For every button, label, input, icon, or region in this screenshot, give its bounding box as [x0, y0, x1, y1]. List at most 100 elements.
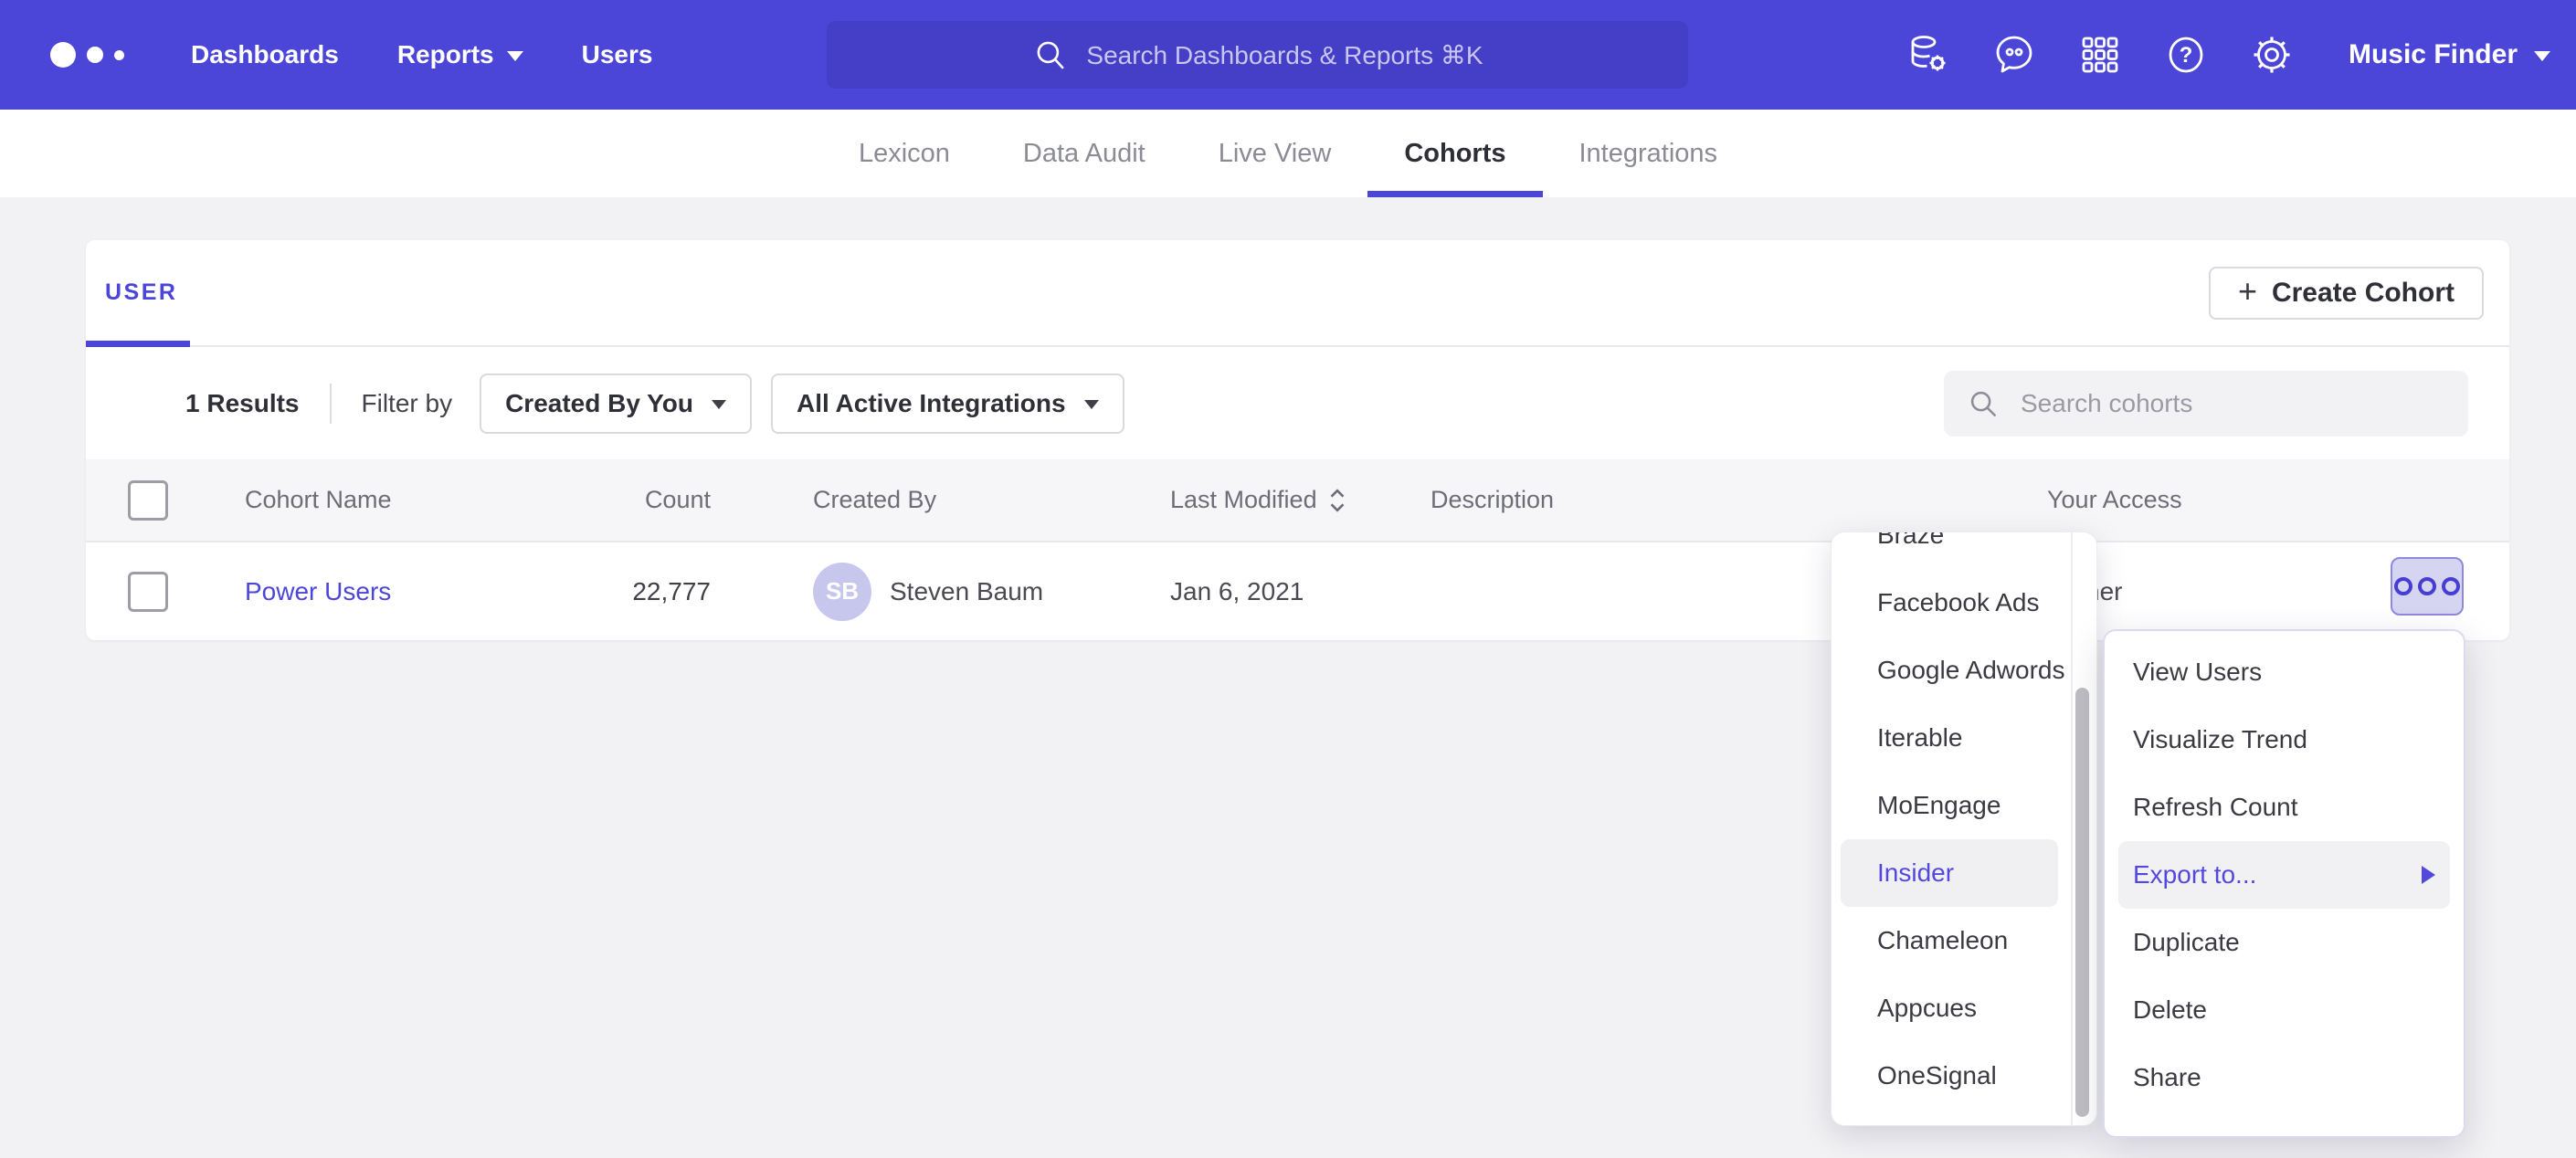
- column-your-access[interactable]: Your Access: [2047, 486, 2321, 514]
- submenu-item-facebook-ads[interactable]: Facebook Ads: [1832, 569, 2096, 637]
- create-cohort-button[interactable]: + Create Cohort: [2209, 267, 2484, 320]
- submenu-item-google-adwords[interactable]: Google Adwords: [1832, 637, 2096, 704]
- submenu-item-chameleon[interactable]: Chameleon: [1832, 907, 2096, 974]
- submenu-arrow-icon: [2422, 866, 2435, 884]
- scrollbar-thumb[interactable]: [2075, 688, 2089, 1117]
- logo-dot: [114, 50, 124, 60]
- submenu-item-braze[interactable]: Braze: [1832, 532, 2096, 569]
- cohort-name-link[interactable]: Power Users: [245, 577, 391, 605]
- global-search-bar[interactable]: Search Dashboards & Reports ⌘K: [827, 21, 1688, 89]
- cohorts-panel: USER + Create Cohort 1 Results Filter by…: [86, 240, 2509, 640]
- cohort-search-box: [1944, 371, 2468, 437]
- ellipsis-icon: [2442, 577, 2460, 595]
- column-created-by[interactable]: Created By: [813, 486, 1087, 514]
- export-destinations-submenu: Braze Facebook Ads Google Adwords Iterab…: [1832, 532, 2096, 1125]
- nav-users[interactable]: Users: [582, 40, 653, 69]
- ellipsis-icon: [2418, 577, 2436, 595]
- question-mark-glyph: ?: [2180, 43, 2193, 68]
- nav-dashboards[interactable]: Dashboards: [191, 40, 339, 69]
- data-settings-icon[interactable]: [1906, 33, 1950, 77]
- cohort-type-tabbar: USER + Create Cohort: [86, 240, 2509, 347]
- ellipsis-icon: [2394, 577, 2412, 595]
- chevron-down-icon: [712, 400, 726, 409]
- avatar: SB: [813, 563, 871, 621]
- menu-item-delete[interactable]: Delete: [2105, 976, 2464, 1044]
- created-by-name: Steven Baum: [890, 577, 1043, 606]
- tab-label: Integrations: [1579, 139, 1718, 169]
- mixpanel-logo[interactable]: [50, 42, 134, 68]
- integrations-filter-value: All Active Integrations: [797, 389, 1066, 418]
- select-all-checkbox[interactable]: [128, 480, 168, 521]
- top-navbar: Dashboards Reports Users Search Dashboar…: [0, 0, 2576, 110]
- table-header: Cohort Name Count Created By Last Modifi…: [86, 459, 2509, 542]
- column-count[interactable]: Count: [546, 486, 711, 514]
- cohort-search-input[interactable]: [2019, 388, 2424, 419]
- project-switcher[interactable]: Music Finder: [2349, 39, 2550, 70]
- plus-icon: +: [2238, 275, 2257, 308]
- cohort-actions-menu: View Users Visualize Trend Refresh Count…: [2103, 629, 2465, 1138]
- topbar-actions: ? Music Finder: [1906, 0, 2550, 110]
- column-last-modified-label: Last Modified: [1170, 486, 1317, 514]
- menu-item-export-to-label: Export to...: [2133, 860, 2256, 890]
- nav-reports-label: Reports: [397, 40, 494, 69]
- help-icon[interactable]: ?: [2164, 33, 2208, 77]
- results-count: 1 Results: [185, 389, 300, 418]
- apps-grid-icon[interactable]: [2078, 33, 2122, 77]
- submenu-item-appcues[interactable]: Appcues: [1832, 974, 2096, 1042]
- menu-item-export-to[interactable]: Export to...: [2118, 841, 2450, 909]
- create-cohort-label: Create Cohort: [2272, 278, 2455, 309]
- tab-live-view[interactable]: Live View: [1182, 110, 1368, 197]
- nav-reports[interactable]: Reports: [397, 40, 523, 69]
- tab-lexicon[interactable]: Lexicon: [822, 110, 987, 197]
- column-description[interactable]: Description: [1431, 486, 1979, 514]
- scrollbar-track: [2071, 532, 2073, 1125]
- logo-dot: [50, 42, 76, 68]
- chevron-down-icon: [507, 51, 523, 61]
- submenu-item-moengage[interactable]: MoEngage: [1832, 772, 2096, 839]
- menu-item-duplicate[interactable]: Duplicate: [2105, 909, 2464, 976]
- logo-dot: [87, 47, 103, 63]
- feedback-icon[interactable]: [1992, 33, 2036, 77]
- project-name: Music Finder: [2349, 39, 2518, 70]
- created-by-filter-value: Created By You: [505, 389, 693, 418]
- tab-integrations[interactable]: Integrations: [1543, 110, 1755, 197]
- menu-item-visualize-trend[interactable]: Visualize Trend: [2105, 706, 2464, 774]
- search-icon: [1031, 36, 1070, 74]
- filter-toolbar: 1 Results Filter by Created By You All A…: [86, 347, 2509, 459]
- row-actions-button[interactable]: [2391, 557, 2464, 616]
- menu-item-view-users[interactable]: View Users: [2105, 638, 2464, 706]
- export-destinations-list: Braze Facebook Ads Google Adwords Iterab…: [1832, 532, 2096, 1110]
- created-by-filter-dropdown[interactable]: Created By You: [480, 374, 752, 434]
- column-last-modified[interactable]: Last Modified: [1170, 486, 1408, 514]
- row-checkbox[interactable]: [128, 572, 168, 612]
- tab-label: Data Audit: [1023, 139, 1145, 169]
- chevron-down-icon: [1084, 400, 1099, 409]
- nav-dashboards-label: Dashboards: [191, 40, 339, 69]
- app-root: Dashboards Reports Users Search Dashboar…: [0, 0, 2576, 1158]
- chevron-down-icon: [2534, 51, 2550, 61]
- tab-label: Live View: [1219, 139, 1332, 169]
- tab-cohorts[interactable]: Cohorts: [1367, 110, 1542, 197]
- sort-icon: [1326, 488, 1348, 513]
- integrations-filter-dropdown[interactable]: All Active Integrations: [771, 374, 1124, 434]
- last-modified-date: Jan 6, 2021: [1170, 577, 1408, 606]
- settings-icon[interactable]: [2250, 33, 2294, 77]
- tab-label: Lexicon: [859, 139, 950, 169]
- cohort-count: 22,777: [546, 577, 711, 606]
- global-search-placeholder: Search Dashboards & Reports ⌘K: [1086, 40, 1483, 70]
- search-icon: [1966, 386, 2001, 421]
- filter-by-label: Filter by: [362, 389, 453, 418]
- tab-data-audit[interactable]: Data Audit: [987, 110, 1182, 197]
- table-row[interactable]: Power Users 22,777 SB Steven Baum Jan 6,…: [86, 542, 2509, 640]
- submenu-item-insider[interactable]: Insider: [1841, 839, 2058, 907]
- primary-nav: Dashboards Reports Users: [191, 40, 652, 69]
- submenu-item-iterable[interactable]: Iterable: [1832, 704, 2096, 772]
- submenu-item-onesignal[interactable]: OneSignal: [1832, 1042, 2096, 1110]
- active-tab-underline: [86, 341, 190, 347]
- column-cohort-name[interactable]: Cohort Name: [245, 486, 546, 514]
- tab-user-cohorts[interactable]: USER: [105, 279, 177, 306]
- menu-item-refresh-count[interactable]: Refresh Count: [2105, 774, 2464, 841]
- menu-item-share[interactable]: Share: [2105, 1044, 2464, 1111]
- nav-users-label: Users: [582, 40, 653, 69]
- divider: [330, 384, 332, 424]
